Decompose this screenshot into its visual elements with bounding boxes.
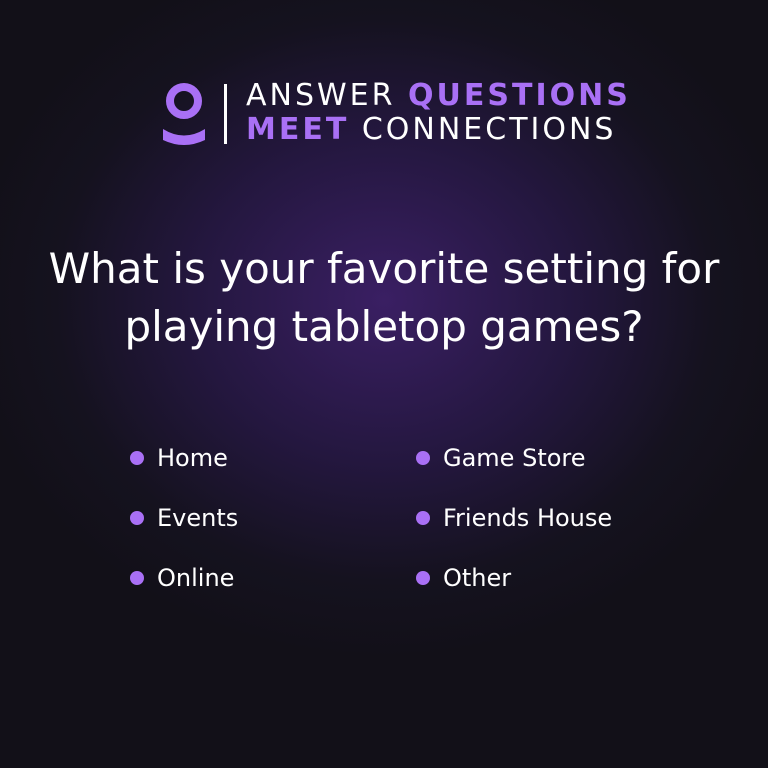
option-label: Game Store — [443, 444, 586, 472]
option-friends-house[interactable]: Friends House — [416, 504, 612, 532]
option-label: Online — [157, 564, 235, 592]
option-label: Home — [157, 444, 228, 472]
bullet-icon — [416, 571, 430, 585]
person-icon — [163, 83, 205, 145]
bullet-icon — [130, 511, 144, 525]
option-game-store[interactable]: Game Store — [416, 444, 586, 472]
option-label: Other — [443, 564, 512, 592]
bullet-icon — [130, 451, 144, 465]
question-heading: What is your favorite setting for playin… — [48, 244, 720, 351]
brand-tagline: ANSWER QUESTIONS MEET CONNECTIONS — [246, 79, 631, 147]
tagline-answer: ANSWER — [246, 78, 396, 113]
option-online[interactable]: Online — [130, 564, 234, 592]
tagline-connections: CONNECTIONS — [361, 112, 617, 147]
logo-divider — [224, 84, 227, 144]
bullet-icon — [130, 571, 144, 585]
option-events[interactable]: Events — [130, 504, 238, 532]
tagline-questions: QUESTIONS — [408, 78, 631, 113]
bullet-icon — [416, 511, 430, 525]
option-label: Friends House — [443, 504, 613, 532]
tagline-meet: MEET — [246, 112, 350, 147]
option-label: Events — [157, 504, 239, 532]
option-other[interactable]: Other — [416, 564, 511, 592]
option-home[interactable]: Home — [130, 444, 228, 472]
bullet-icon — [416, 451, 430, 465]
